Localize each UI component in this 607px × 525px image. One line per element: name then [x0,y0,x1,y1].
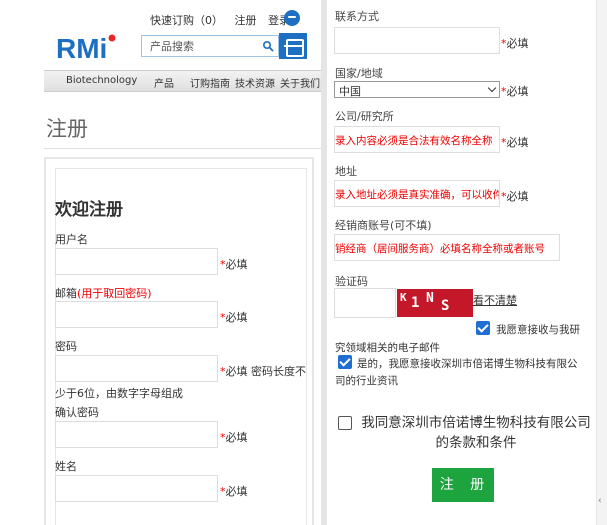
captcha-char: N [426,291,434,306]
agree-terms-text: 我同意深圳市倍诺博生物科技有限公司 的条款和条件 [360,413,592,453]
contact-label: 联系方式 [335,10,379,23]
required-text: 必填 [506,37,529,50]
name-label: 姓名 [55,460,77,473]
password-input[interactable] [55,355,218,382]
agree-terms-line-a: 我同意深圳市倍诺博生物科技有限公司 [361,415,591,431]
confirm-password-input[interactable] [55,421,218,448]
dealer-input[interactable]: 销经商（居间服务商）必填名称全称或者账号 [334,234,560,261]
consent-research-checkbox[interactable] [476,321,490,335]
register-form-inner [55,168,307,525]
captcha-input[interactable] [334,288,396,318]
captcha-char: 1 [411,295,420,311]
dealer-label: 经销商账号(可不填) [335,219,432,232]
country-required: *必填 [501,83,529,99]
quick-order-link[interactable]: 快速订购（0） [150,14,223,27]
nav-item-biotechnology[interactable]: Biotechnology [66,75,137,86]
captcha-label: 验证码 [335,275,368,288]
consent-industry-checkbox[interactable] [338,355,352,369]
consent-research-text-b: 究领域相关的电子邮件 [335,342,440,354]
top-links: 快速订购（0） 注册 登录 [150,12,298,28]
search-input[interactable] [142,36,260,56]
country-value: 中国 [339,85,361,98]
consent-industry-text-b: 司的行业资讯 [335,375,398,387]
nav-item-order-guide[interactable]: 订购指南 [190,75,230,90]
email-hint: (用于取回密码) [77,287,152,300]
required-text: 必填 [225,365,248,378]
company-label: 公司/研究所 [335,110,394,123]
dealer-hint: 销经商（居间服务商）必填名称全称或者账号 [335,243,545,255]
address-input[interactable]: 录入地址必须是真实准确，可以收件 [334,180,500,207]
search-button[interactable] [258,36,278,56]
address-required: *必填 [501,188,529,204]
email-required: *必填 [220,309,248,325]
email-label: 邮箱(用于取回密码) [55,285,152,301]
search-box [141,35,279,57]
address-hint: 录入地址必须是真实准确，可以收件 [335,189,500,201]
username-label: 用户名 [55,233,88,246]
left-pane: 快速订购（0） 注册 登录 RMi Biotechnology 产品 订购指南 … [0,0,321,525]
email-label-text: 邮箱 [55,287,77,300]
name-required: *必填 [220,483,248,499]
address-label: 地址 [335,165,357,178]
consent-research-text-a: 我愿意接收与我研 [496,324,580,336]
search-icon [262,40,274,52]
chevron-down-icon [487,83,497,93]
confirm-password-label: 确认密码 [55,406,99,419]
company-input[interactable]: 录入内容必须是合法有效名称全称 [334,126,500,153]
required-text: 必填 [506,136,529,149]
required-text: 必填 [225,311,248,324]
contact-input[interactable] [334,27,500,54]
main-nav: Biotechnology 产品 订购指南 技术资源 关于我们 [44,70,321,92]
submit-register-button[interactable]: 注 册 [432,468,494,502]
logo-text: RMi [56,33,107,61]
email-input[interactable] [55,301,218,328]
company-required: *必填 [501,134,529,150]
consent-industry-text-a: 是的，我愿意接收深圳市倍诺博生物科技有限公 [357,358,578,370]
password-label: 密码 [55,340,77,353]
required-text: 必填 [225,258,248,271]
captcha-char: K [400,291,407,304]
captcha-char: S [441,298,450,314]
scrollbar[interactable]: ‹ [597,0,607,525]
password-hint-a: 密码长度不 [251,365,306,378]
required-text: 必填 [506,190,529,203]
page-title: 注册 [46,117,88,141]
confirm-password-required: *必填 [220,429,248,445]
nav-item-products[interactable]: 产品 [154,75,174,90]
scroll-arrow-icon[interactable]: ‹ [598,496,602,506]
captcha-refresh-link[interactable]: 看不清楚 [473,292,517,308]
contact-required: *必填 [501,35,529,51]
password-hint-b: 少于6位，由数字字母组成 [55,387,183,400]
register-link[interactable]: 注册 [235,14,257,27]
username-input[interactable] [55,248,218,275]
agree-terms-checkbox[interactable] [338,416,352,430]
captcha-image[interactable]: K 1 N S [397,289,473,317]
required-text: 必填 [225,485,248,498]
password-required: *必填 密码长度不 [220,363,306,379]
rmi-logo[interactable]: RMi [56,33,118,61]
welcome-heading: 欢迎注册 [55,200,123,220]
chat-icon[interactable] [284,10,300,26]
username-required: *必填 [220,256,248,272]
required-text: 必填 [225,431,248,444]
company-hint: 录入内容必须是合法有效名称全称 [335,135,493,147]
country-label: 国家/地域 [335,67,383,80]
nav-item-about[interactable]: 关于我们 [280,75,320,90]
nav-item-tech-resources[interactable]: 技术资源 [235,75,275,90]
right-form: 联系方式 *必填 国家/地域 中国 *必填 公司/研究所 录入内容必须是合法有效… [327,0,597,525]
scan-icon[interactable] [279,33,307,59]
divider [44,148,321,149]
name-input[interactable] [55,475,218,502]
country-select[interactable]: 中国 [334,81,500,98]
required-text: 必填 [506,85,529,98]
agree-terms-line-b: 的条款和条件 [435,435,517,451]
right-pane: 联系方式 *必填 国家/地域 中国 *必填 公司/研究所 录入内容必须是合法有效… [327,0,607,525]
